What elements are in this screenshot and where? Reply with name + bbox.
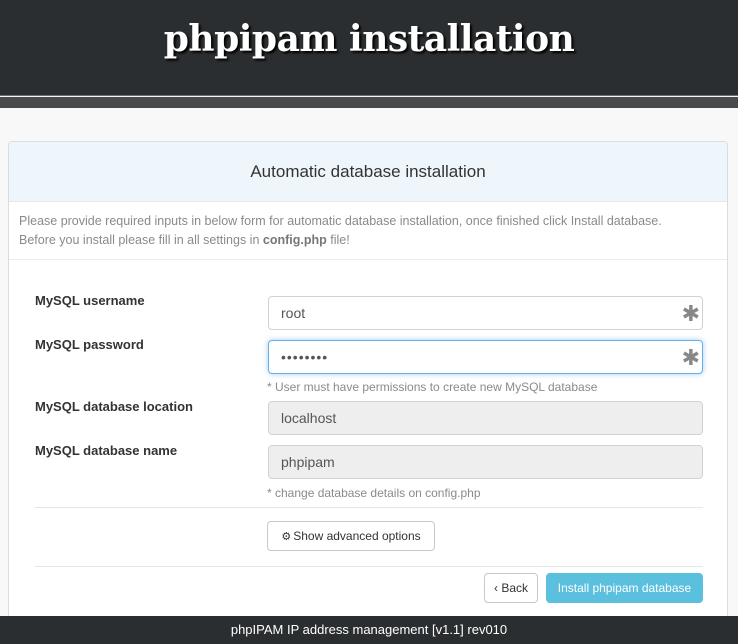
password-value: •••••••• bbox=[281, 349, 329, 365]
info-text: Please provide required inputs in below … bbox=[19, 212, 719, 250]
location-label: MySQL database location bbox=[35, 399, 193, 414]
footer-text: phpIPAM IP address management [v1.1] rev… bbox=[230, 622, 508, 637]
install-panel: Automatic database installation Please p… bbox=[8, 141, 728, 621]
dbname-input[interactable]: phpipam bbox=[268, 445, 703, 479]
back-button-label: Back bbox=[501, 581, 529, 595]
panel-title: Automatic database installation bbox=[250, 162, 486, 181]
top-header: phpipam installation bbox=[0, 0, 738, 96]
install-database-button[interactable]: Install phpipam database bbox=[546, 573, 703, 603]
gears-icon: ⚙ bbox=[281, 531, 292, 543]
divider bbox=[9, 259, 727, 260]
config-file-name: config.php bbox=[262, 233, 327, 247]
back-button[interactable]: ‹ Back bbox=[484, 573, 538, 603]
username-input[interactable]: root ✱ bbox=[268, 296, 703, 330]
password-hint: * User must have permissions to create n… bbox=[267, 380, 598, 394]
show-advanced-options-button[interactable]: ⚙ Show advanced options bbox=[267, 521, 435, 551]
sub-header-bar bbox=[0, 97, 738, 108]
install-button-label: Install phpipam database bbox=[557, 581, 692, 595]
advanced-button-label: Show advanced options bbox=[293, 529, 421, 543]
divider bbox=[35, 566, 703, 567]
panel-heading: Automatic database installation bbox=[9, 142, 727, 202]
required-asterisk-icon: ✱ bbox=[681, 301, 700, 326]
password-input[interactable]: •••••••• ✱ bbox=[268, 340, 703, 374]
dbname-value: phpipam bbox=[281, 454, 335, 470]
username-label: MySQL username bbox=[35, 293, 145, 308]
db-hint: * change database details on config.php bbox=[267, 486, 481, 500]
required-asterisk-icon: ✱ bbox=[681, 345, 700, 370]
footer: phpIPAM IP address management [v1.1] rev… bbox=[0, 616, 738, 644]
location-input[interactable]: localhost bbox=[268, 401, 703, 435]
info-line-2: Before you install please fill in all se… bbox=[19, 231, 719, 250]
username-value: root bbox=[281, 305, 306, 321]
dbname-label: MySQL database name bbox=[35, 443, 178, 458]
app-title: phpipam installation bbox=[163, 18, 575, 60]
divider bbox=[35, 507, 703, 508]
info-line-1: Please provide required inputs in below … bbox=[19, 214, 662, 228]
location-value: localhost bbox=[281, 410, 337, 426]
info-line-2-suffix: file! bbox=[326, 233, 350, 247]
info-line-2-prefix: Before you install please fill in all se… bbox=[19, 233, 263, 247]
password-label: MySQL password bbox=[35, 337, 144, 352]
